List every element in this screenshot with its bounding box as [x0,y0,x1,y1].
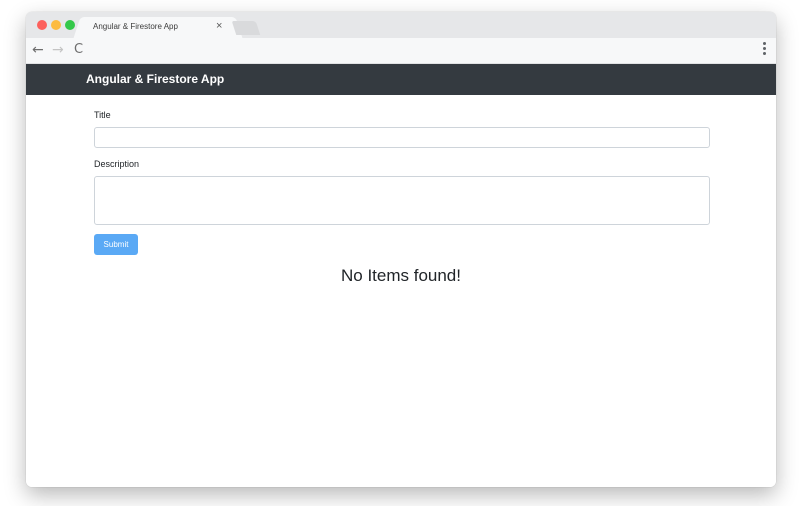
empty-items-message: No Items found! [340,266,461,285]
reload-icon[interactable]: C [74,41,83,59]
submit-button[interactable]: Submit [94,234,138,255]
browser-window: Angular & Firestore App × ← → C Angular … [26,12,776,487]
forward-arrow-icon[interactable]: → [52,41,64,59]
tab-title: Angular & Firestore App [93,22,178,31]
description-textarea[interactable] [94,176,710,225]
description-label: Description [94,159,140,169]
maximize-window-button[interactable] [65,20,75,30]
back-arrow-icon[interactable]: ← [32,41,44,59]
new-tab-button[interactable] [231,21,261,35]
tab-active[interactable]: Angular & Firestore App × [83,17,233,38]
close-window-button[interactable] [37,20,47,30]
navbar-brand[interactable]: Angular & Firestore App [86,72,224,86]
title-label: Title [94,110,111,120]
tab-close-icon[interactable]: × [216,19,222,33]
minimize-window-button[interactable] [51,20,61,30]
tab-strip: Angular & Firestore App × [26,12,776,38]
app-navbar: Angular & Firestore App [26,64,776,95]
kebab-menu-icon[interactable] [762,42,766,58]
title-input[interactable] [94,127,710,148]
browser-toolbar: ← → C [26,38,776,64]
main-content: Title Description Submit No Items found! [26,95,776,487]
